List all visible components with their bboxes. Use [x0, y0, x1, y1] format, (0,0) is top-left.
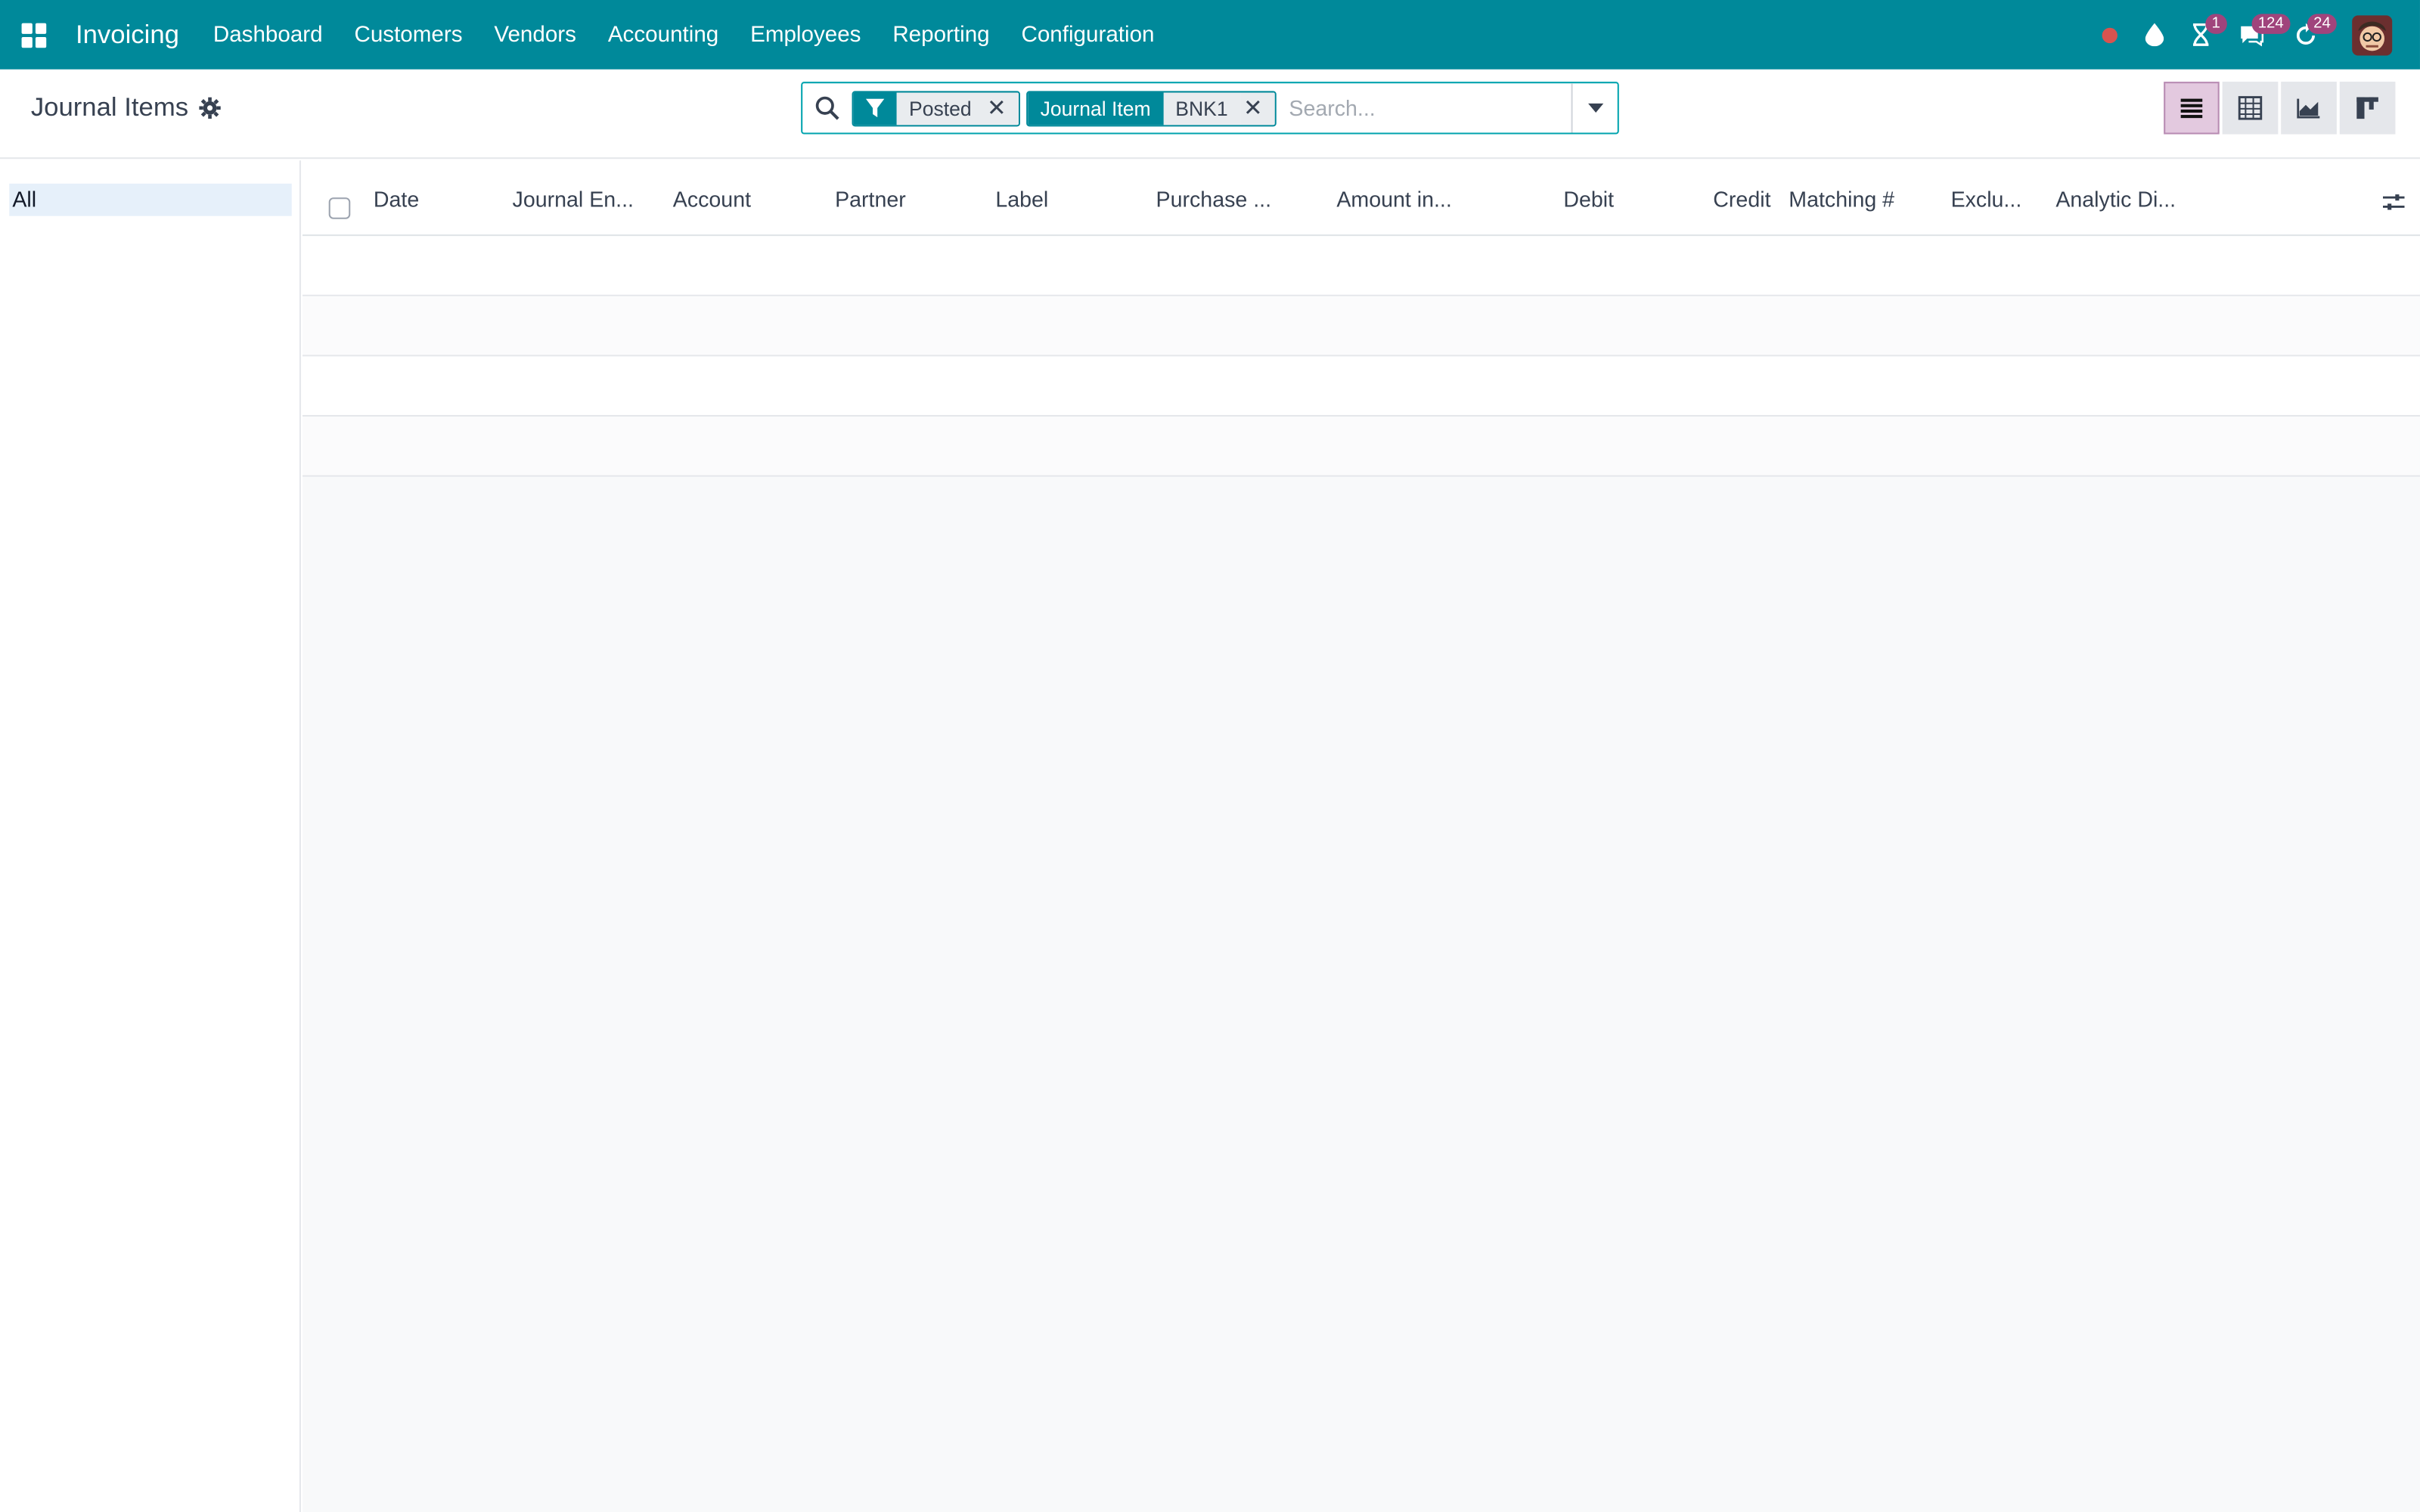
table-row-empty [302, 296, 2420, 357]
systray: 1 124 24 [2074, 0, 2420, 70]
app-brand[interactable]: Invoicing [76, 20, 179, 51]
search-icon[interactable] [802, 83, 852, 132]
apps-menu-icon[interactable] [0, 0, 68, 70]
menu-accounting[interactable]: Accounting [608, 23, 718, 48]
facet-posted: Posted ✕ [852, 90, 1021, 126]
kanban-view-button[interactable] [2339, 82, 2396, 135]
control-panel: Journal Items Posted ✕ Journal Item BNK1… [0, 69, 2420, 160]
caret-down-icon [1587, 103, 1603, 113]
pivot-view-icon [2238, 96, 2263, 120]
activity-hourglass-icon[interactable]: 1 [2192, 0, 2226, 70]
column-header-amount[interactable]: Amount in... [1336, 187, 1451, 212]
filter-icon [853, 91, 897, 125]
menu-vendors[interactable]: Vendors [494, 23, 576, 48]
facet-journal-type: Journal Item [1028, 91, 1163, 125]
column-header-account[interactable]: Account [673, 187, 751, 212]
graph-view-button[interactable] [2281, 82, 2337, 135]
app-root: Invoicing Dashboard Customers Vendors Ac… [0, 0, 2420, 1512]
list-view-icon [2180, 98, 2203, 119]
menu-reporting[interactable]: Reporting [892, 23, 989, 48]
menu-dashboard[interactable]: Dashboard [213, 23, 323, 48]
menu-customers[interactable]: Customers [354, 23, 462, 48]
top-navbar: Invoicing Dashboard Customers Vendors Ac… [0, 0, 2420, 70]
list-view-button[interactable] [2164, 82, 2220, 135]
gear-icon[interactable] [199, 97, 221, 119]
updates-badge: 24 [2307, 14, 2338, 34]
column-header-journal-entry[interactable]: Journal En... [513, 187, 634, 212]
column-header-label[interactable]: Label [995, 187, 1048, 212]
messages-badge: 124 [2251, 14, 2290, 34]
table-row-empty [302, 417, 2420, 477]
updates-icon[interactable]: 24 [2294, 0, 2338, 70]
view-switcher [2164, 82, 2398, 135]
menu-configuration[interactable]: Configuration [1021, 23, 1154, 48]
drop-icon[interactable] [2145, 0, 2164, 70]
search-bar: Posted ✕ Journal Item BNK1 ✕ [801, 82, 1619, 135]
kanban-view-icon [2356, 97, 2378, 119]
facet-posted-remove-icon[interactable]: ✕ [983, 91, 1019, 125]
search-panel: All [0, 160, 301, 1512]
column-header-date[interactable]: Date [374, 187, 419, 212]
optional-columns-sliders-icon[interactable] [2382, 191, 2405, 213]
search-input[interactable] [1283, 95, 1571, 121]
activity-badge: 1 [2205, 14, 2226, 34]
column-header-analytic[interactable]: Analytic Di... [2055, 187, 2176, 212]
messages-icon[interactable]: 124 [2238, 0, 2290, 70]
facet-posted-value: Posted [896, 91, 984, 125]
pivot-view-button[interactable] [2222, 82, 2279, 135]
table-row-empty [302, 236, 2420, 296]
graph-view-icon [2297, 98, 2320, 119]
recording-dot-icon[interactable] [2102, 0, 2118, 70]
column-header-partner[interactable]: Partner [835, 187, 906, 212]
facet-journal-value: BNK1 [1162, 91, 1240, 125]
page-title: Journal Items [30, 92, 189, 122]
column-header-exclude[interactable]: Exclu... [1951, 187, 2022, 212]
select-all-checkbox[interactable] [328, 197, 351, 219]
menu-employees[interactable]: Employees [750, 23, 861, 48]
list-header: Date Journal En... Account Partner Label… [302, 160, 2420, 237]
user-avatar[interactable] [2352, 14, 2393, 55]
column-header-debit[interactable]: Debit [1563, 187, 1614, 212]
search-options-toggle[interactable] [1571, 83, 1618, 133]
column-header-credit[interactable]: Credit [1713, 187, 1770, 212]
facet-journal: Journal Item BNK1 ✕ [1026, 90, 1277, 126]
facet-journal-remove-icon[interactable]: ✕ [1239, 91, 1276, 125]
column-header-matching[interactable]: Matching # [1789, 187, 1894, 212]
list-view: Date Journal En... Account Partner Label… [302, 160, 2420, 1512]
column-header-purchase[interactable]: Purchase ... [1156, 187, 1271, 212]
table-row-empty [302, 356, 2420, 417]
search-panel-item-all[interactable]: All [9, 183, 292, 216]
breadcrumb: Journal Items [31, 92, 221, 123]
